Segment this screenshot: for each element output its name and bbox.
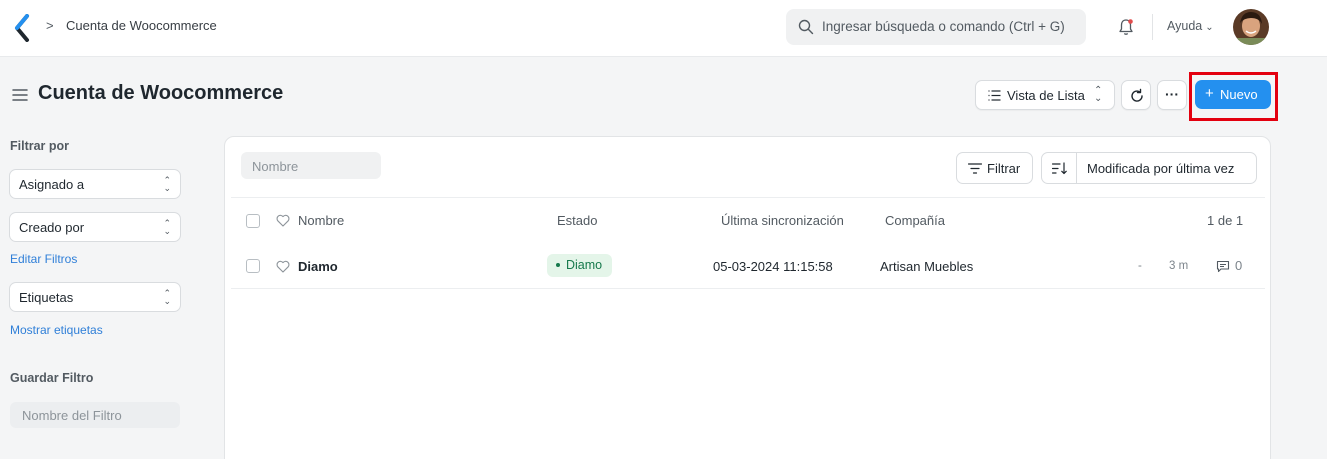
search-placeholder: Ingresar búsqueda o comando (Ctrl + G) (822, 19, 1065, 34)
sort-icon[interactable] (1052, 162, 1067, 175)
help-dropdown[interactable]: Ayuda ⌄ (1167, 19, 1214, 33)
filter-name-input[interactable]: Nombre del Filtro (10, 402, 180, 428)
status-badge-label: Diamo (566, 258, 603, 272)
chevron-down-icon: ⌄ (1205, 22, 1214, 33)
column-header-status: Estado (557, 213, 598, 228)
list-panel: Nombre Filtrar Modificada por última vez… (224, 136, 1271, 459)
view-switcher-button[interactable]: Vista de Lista ⌃ ⌄ (975, 80, 1115, 110)
row-last-sync: 05-03-2024 11:15:58 (713, 259, 833, 274)
status-badge: Diamo (547, 254, 613, 277)
select-arrows-icon: ⌃ ⌄ (163, 175, 171, 193)
heart-icon[interactable] (276, 260, 290, 273)
column-header-last-sync: Última sincronización (721, 213, 844, 228)
name-filter-input[interactable]: Nombre (241, 152, 381, 179)
header-divider (231, 197, 1265, 198)
row-name[interactable]: Diamo (298, 259, 338, 274)
user-avatar[interactable] (1233, 9, 1269, 45)
refresh-button[interactable] (1121, 80, 1151, 110)
assigned-to-filter[interactable]: Asignado a ⌃ ⌄ (9, 169, 181, 199)
more-actions-button[interactable]: ··· (1157, 80, 1187, 110)
filter-icon (968, 163, 982, 174)
row-divider (231, 288, 1265, 289)
help-label: Ayuda (1167, 19, 1203, 33)
sort-divider (1076, 153, 1077, 183)
sidebar-toggle-icon[interactable] (12, 88, 28, 102)
navbar: > Cuenta de Woocommerce Ingresar búsqued… (0, 0, 1327, 57)
select-arrows-icon: ⌃ ⌄ (1094, 85, 1103, 104)
select-all-checkbox[interactable] (246, 214, 260, 228)
record-count: 1 de 1 (1207, 213, 1244, 228)
created-by-filter[interactable]: Creado por ⌃ ⌄ (9, 212, 181, 242)
view-switcher-label: Vista de Lista (1007, 88, 1085, 103)
status-dot-icon (556, 262, 560, 267)
column-header-company: Compañía (885, 213, 945, 228)
search-icon (798, 19, 814, 35)
new-button-label: Nuevo (1220, 87, 1258, 102)
filter-button[interactable]: Filtrar (956, 152, 1033, 184)
heart-icon[interactable] (276, 214, 290, 227)
name-filter-placeholder: Nombre (252, 159, 299, 174)
search-bar[interactable]: Ingresar búsqueda o comando (Ctrl + G) (786, 9, 1086, 45)
new-button[interactable]: + Nuevo (1195, 80, 1271, 109)
assigned-to-label: Asignado a (19, 177, 85, 192)
navbar-divider (1152, 14, 1153, 40)
filter-button-label: Filtrar (987, 161, 1021, 176)
row-checkbox[interactable] (246, 259, 260, 273)
list-icon (988, 90, 1001, 101)
sort-selector[interactable]: Modificada por última vez (1041, 152, 1257, 184)
more-icon: ··· (1165, 86, 1179, 102)
row-modified: 3 m (1169, 260, 1189, 272)
edit-filters-link[interactable]: Editar Filtros (10, 252, 77, 266)
column-header-name: Nombre (298, 213, 345, 228)
filter-name-placeholder: Nombre del Filtro (22, 408, 122, 423)
select-arrows-icon: ⌃ ⌄ (163, 218, 171, 236)
filter-by-heading: Filtrar por (10, 139, 70, 153)
breadcrumb-item[interactable]: Cuenta de Woocommerce (66, 18, 217, 33)
save-filter-heading: Guardar Filtro (10, 371, 94, 385)
plus-icon: + (1205, 85, 1214, 102)
show-tags-link[interactable]: Mostrar etiquetas (10, 323, 103, 337)
page-title: Cuenta de Woocommerce (38, 82, 284, 104)
comment-icon (1216, 260, 1230, 273)
row-company: Artisan Muebles (880, 259, 974, 274)
row-comment-count: 0 (1235, 258, 1243, 273)
refresh-icon (1131, 88, 1143, 102)
created-by-label: Creado por (19, 220, 85, 235)
breadcrumb-separator: > (46, 18, 54, 33)
tags-label: Etiquetas (19, 290, 74, 305)
select-arrows-icon: ⌃ ⌄ (163, 288, 171, 306)
tags-filter[interactable]: Etiquetas ⌃ ⌄ (9, 282, 181, 312)
notification-bell-icon[interactable] (1116, 17, 1136, 37)
app-logo-icon[interactable] (13, 14, 33, 42)
sort-label: Modificada por última vez (1087, 161, 1235, 176)
row-dash: - (1138, 260, 1142, 272)
